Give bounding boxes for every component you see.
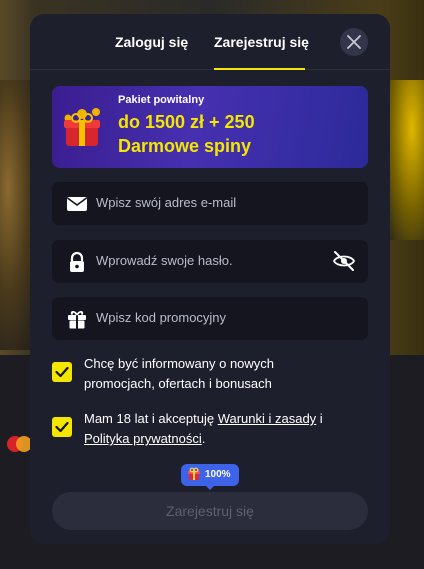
eye-off-icon[interactable] — [332, 250, 356, 272]
password-field[interactable]: Wprowadź swoje hasło. — [52, 240, 368, 283]
close-button[interactable] — [340, 28, 368, 56]
marketing-checkbox[interactable] — [52, 362, 72, 382]
welcome-promo-banner: Pakiet powitalny do 1500 zł + 250 Darmow… — [52, 86, 368, 168]
password-placeholder: Wprowadź swoje hasło. — [96, 253, 233, 268]
gift-icon — [68, 311, 86, 329]
marketing-consent: Chcę być informowany o nowych promocjach… — [52, 354, 372, 394]
promo-title: Pakiet powitalny — [118, 94, 205, 106]
terms-consent: Mam 18 lat i akceptuję Warunki i zasady … — [52, 409, 372, 449]
email-placeholder: Wpisz swój adres e-mail — [96, 195, 237, 210]
terms-checkbox[interactable] — [52, 417, 72, 437]
progress-percent: 100% — [205, 469, 231, 480]
marketing-consent-text: Chcę być informowany o nowych promocjach… — [84, 354, 364, 394]
checkmark-icon — [55, 421, 69, 433]
promo-code-placeholder: Wpisz kod promocyjny — [96, 310, 227, 325]
checkmark-icon — [55, 366, 69, 378]
terms-suffix: . — [201, 431, 206, 446]
promo-offer-line2: Darmowe spiny — [118, 136, 252, 156]
tab-register[interactable]: Zarejestruj się — [214, 34, 309, 50]
promo-offer: do 1500 zł + 250 Darmowe spiny — [118, 110, 255, 158]
tab-login[interactable]: Zaloguj się — [115, 34, 188, 50]
register-modal: Zaloguj się Zarejestruj się Pakiet powit… — [30, 14, 390, 544]
privacy-link[interactable]: Polityka prywatności — [84, 431, 202, 446]
backdrop-right-art — [384, 80, 424, 240]
gift-coins-icon — [64, 108, 100, 146]
terms-prefix: Mam 18 lat i akceptuję — [84, 411, 218, 426]
active-tab-indicator — [214, 68, 305, 70]
terms-link[interactable]: Warunki i zasady — [218, 411, 317, 426]
marketing-text-line2: promocjach, ofertach i bonusach — [84, 376, 272, 391]
email-field[interactable]: Wpisz swój adres e-mail — [52, 182, 368, 225]
auth-tabs: Zaloguj się Zarejestruj się — [30, 14, 390, 70]
payment-logo — [5, 432, 33, 466]
promo-code-field[interactable]: Wpisz kod promocyjny — [52, 297, 368, 340]
envelope-icon — [67, 197, 87, 211]
badge-pointer — [205, 485, 215, 490]
gift-icon — [188, 467, 200, 480]
marketing-text-line1: Chcę być informowany o nowych — [84, 356, 275, 371]
promo-offer-line1: do 1500 zł + 250 — [118, 112, 255, 132]
form-progress-badge: 100% — [181, 464, 239, 490]
register-submit-button[interactable]: Zarejestruj się — [52, 492, 368, 530]
close-icon — [347, 35, 361, 49]
lock-icon — [70, 251, 84, 272]
terms-mid: i — [316, 411, 323, 426]
terms-consent-text: Mam 18 lat i akceptuję Warunki i zasady … — [84, 409, 364, 449]
